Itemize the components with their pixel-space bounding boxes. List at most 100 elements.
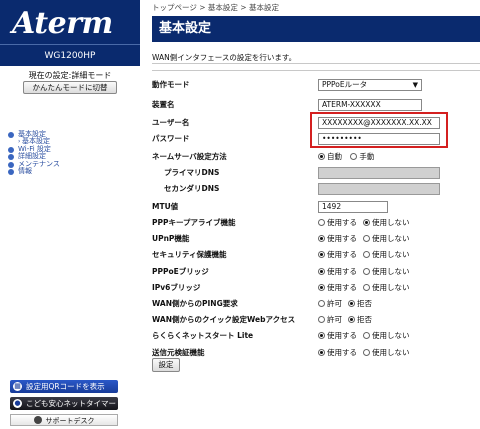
dns-auto-radio[interactable]: 自動	[318, 150, 342, 164]
option-1-radio[interactable]: 許可	[318, 297, 342, 311]
setting-label: UPnP機能	[152, 234, 190, 244]
option-1-label: 使用する	[327, 282, 357, 292]
setting-label: PPPoEブリッジ	[152, 266, 209, 276]
chevron-down-icon: ▼	[412, 81, 418, 89]
option-2-radio[interactable]: 使用しない	[363, 346, 410, 360]
option-2-label: 使用しない	[372, 234, 410, 244]
option-1-label: 使用する	[327, 250, 357, 260]
support-desk-button[interactable]: サポートデスク	[10, 414, 118, 426]
device-name-field[interactable]: ATERM-XXXXXX	[318, 99, 422, 111]
option-2-radio[interactable]: 拒否	[348, 297, 372, 311]
secondary-dns-field[interactable]	[318, 183, 440, 195]
setting-label: らくらくネットスタート Lite	[152, 331, 254, 341]
radio-dot	[363, 219, 370, 226]
sidebar-item-5[interactable]: 情報	[8, 166, 138, 175]
breadcrumb-sep: >	[196, 3, 208, 12]
bullet-icon	[8, 168, 14, 175]
radio-dot	[363, 332, 370, 340]
option-2-radio[interactable]: 使用しない	[363, 232, 410, 246]
device-name-row: 装置名 ATERM-XXXXXX	[152, 98, 480, 112]
radio-dot	[318, 332, 325, 340]
dns-manual-radio[interactable]: 手動	[350, 150, 374, 164]
dns-manual-label: 手動	[359, 152, 375, 161]
radio-dot	[318, 316, 325, 324]
primary-dns-field[interactable]	[318, 167, 440, 179]
option-2-radio[interactable]: 使用しない	[363, 265, 410, 279]
option-2-label: 拒否	[357, 315, 372, 325]
option-2-label: 使用しない	[372, 250, 410, 260]
breadcrumb-top[interactable]: トップページ	[152, 3, 197, 12]
operation-mode-label: 動作モード	[152, 80, 190, 89]
dns-method-label: ネームサーバ設定方法	[152, 152, 227, 161]
setting-row: セキュリティ保護機能 使用する 使用しない	[152, 248, 480, 262]
option-1-label: 許可	[327, 315, 342, 325]
option-2-radio[interactable]: 使用しない	[363, 329, 410, 343]
support-icon	[33, 416, 42, 424]
option-2-radio[interactable]: 使用しない	[363, 216, 410, 230]
submit-button[interactable]: 設定	[152, 358, 180, 372]
primary-dns-row: プライマリDNS	[152, 166, 480, 180]
setting-label: セキュリティ保護機能	[152, 250, 227, 260]
radio-dot	[318, 300, 325, 307]
page-title: 基本設定	[152, 16, 480, 42]
sidebar-item-label: 情報	[18, 166, 32, 175]
qr-icon: ▦	[13, 382, 22, 391]
setting-row: UPnP機能 使用する 使用しない	[152, 232, 480, 246]
setting-row: PPPoEブリッジ 使用する 使用しない	[152, 265, 480, 279]
operation-mode-row: 動作モード PPPoEルータ ▼	[152, 78, 480, 92]
device-name-label: 装置名	[152, 100, 175, 109]
page-description: WAN側インタフェースの設定を行います。	[152, 53, 297, 62]
main-content: トップページ > 基本設定 > 基本設定 基本設定 WAN側インタフェースの設定…	[148, 0, 480, 429]
radio-dot	[318, 219, 325, 226]
bullet-icon	[8, 146, 14, 153]
kids-net-timer-button[interactable]: ● こども安心ネットタイマー	[10, 397, 118, 410]
option-2-radio[interactable]: 使用しない	[363, 281, 410, 295]
aterm-logo: Aterm	[12, 6, 113, 41]
breadcrumb-basic[interactable]: 基本設定	[208, 3, 238, 12]
option-1-radio[interactable]: 使用する	[318, 346, 357, 360]
option-1-radio[interactable]: 使用する	[318, 329, 357, 343]
setting-label: WAN側からのPING要求	[152, 299, 238, 308]
dns-method-row: ネームサーバ設定方法 自動 手動	[152, 150, 480, 164]
option-1-label: 使用する	[327, 218, 357, 227]
setting-row: 送信元検証機能 使用する 使用しない	[152, 346, 480, 360]
mtu-label: MTU値	[152, 202, 179, 211]
setting-label: WAN側からのクイック設定Webアクセス	[152, 315, 296, 325]
breadcrumb: トップページ > 基本設定 > 基本設定	[152, 2, 279, 13]
operation-mode-select[interactable]: PPPoEルータ ▼	[318, 79, 422, 91]
option-2-radio[interactable]: 拒否	[348, 313, 372, 327]
option-1-label: 許可	[327, 299, 342, 308]
option-2-label: 使用しない	[372, 347, 410, 357]
sidebar-nav: 基本設定 › 基本設定 Wi-Fi 設定 詳細設定 メンテナンス 情報	[8, 130, 138, 175]
username-field[interactable]: XXXXXXXX@XXXXXXX.XX.XX	[318, 117, 440, 129]
option-2-label: 使用しない	[372, 266, 410, 276]
option-1-radio[interactable]: 使用する	[318, 216, 357, 230]
password-label: パスワード	[152, 134, 190, 143]
option-1-radio[interactable]: 使用する	[318, 265, 357, 279]
radio-dot	[363, 348, 370, 356]
timer-icon: ●	[13, 399, 22, 408]
primary-dns-label: プライマリDNS	[164, 168, 220, 177]
password-field[interactable]: •••••••••	[318, 133, 440, 145]
radio-dot	[348, 316, 355, 324]
breadcrumb-current: 基本設定	[248, 3, 279, 12]
option-1-radio[interactable]: 許可	[318, 313, 342, 327]
option-1-radio[interactable]: 使用する	[318, 232, 357, 246]
setting-row: らくらくネットスタート Lite 使用する 使用しない	[152, 329, 480, 343]
option-1-radio[interactable]: 使用する	[318, 248, 357, 262]
option-1-radio[interactable]: 使用する	[318, 281, 357, 295]
radio-dot	[318, 283, 325, 291]
option-1-label: 使用する	[327, 266, 357, 276]
show-qr-code-button[interactable]: ▦ 設定用QRコードを表示	[10, 380, 118, 393]
divider	[152, 63, 480, 64]
setting-row: IPv6ブリッジ 使用する 使用しない	[152, 281, 480, 295]
option-1-label: 使用する	[327, 347, 357, 357]
option-2-radio[interactable]: 使用しない	[363, 248, 410, 262]
mtu-field[interactable]: 1492	[318, 201, 388, 213]
option-1-label: 使用する	[327, 331, 357, 341]
switch-easy-mode-button[interactable]: かんたんモードに切替	[23, 81, 117, 94]
option-1-label: 使用する	[327, 234, 357, 244]
dns-auto-label: 自動	[327, 152, 342, 161]
setting-row: PPPキープアライブ機能 使用する 使用しない	[152, 216, 480, 230]
radio-dot	[363, 267, 370, 275]
